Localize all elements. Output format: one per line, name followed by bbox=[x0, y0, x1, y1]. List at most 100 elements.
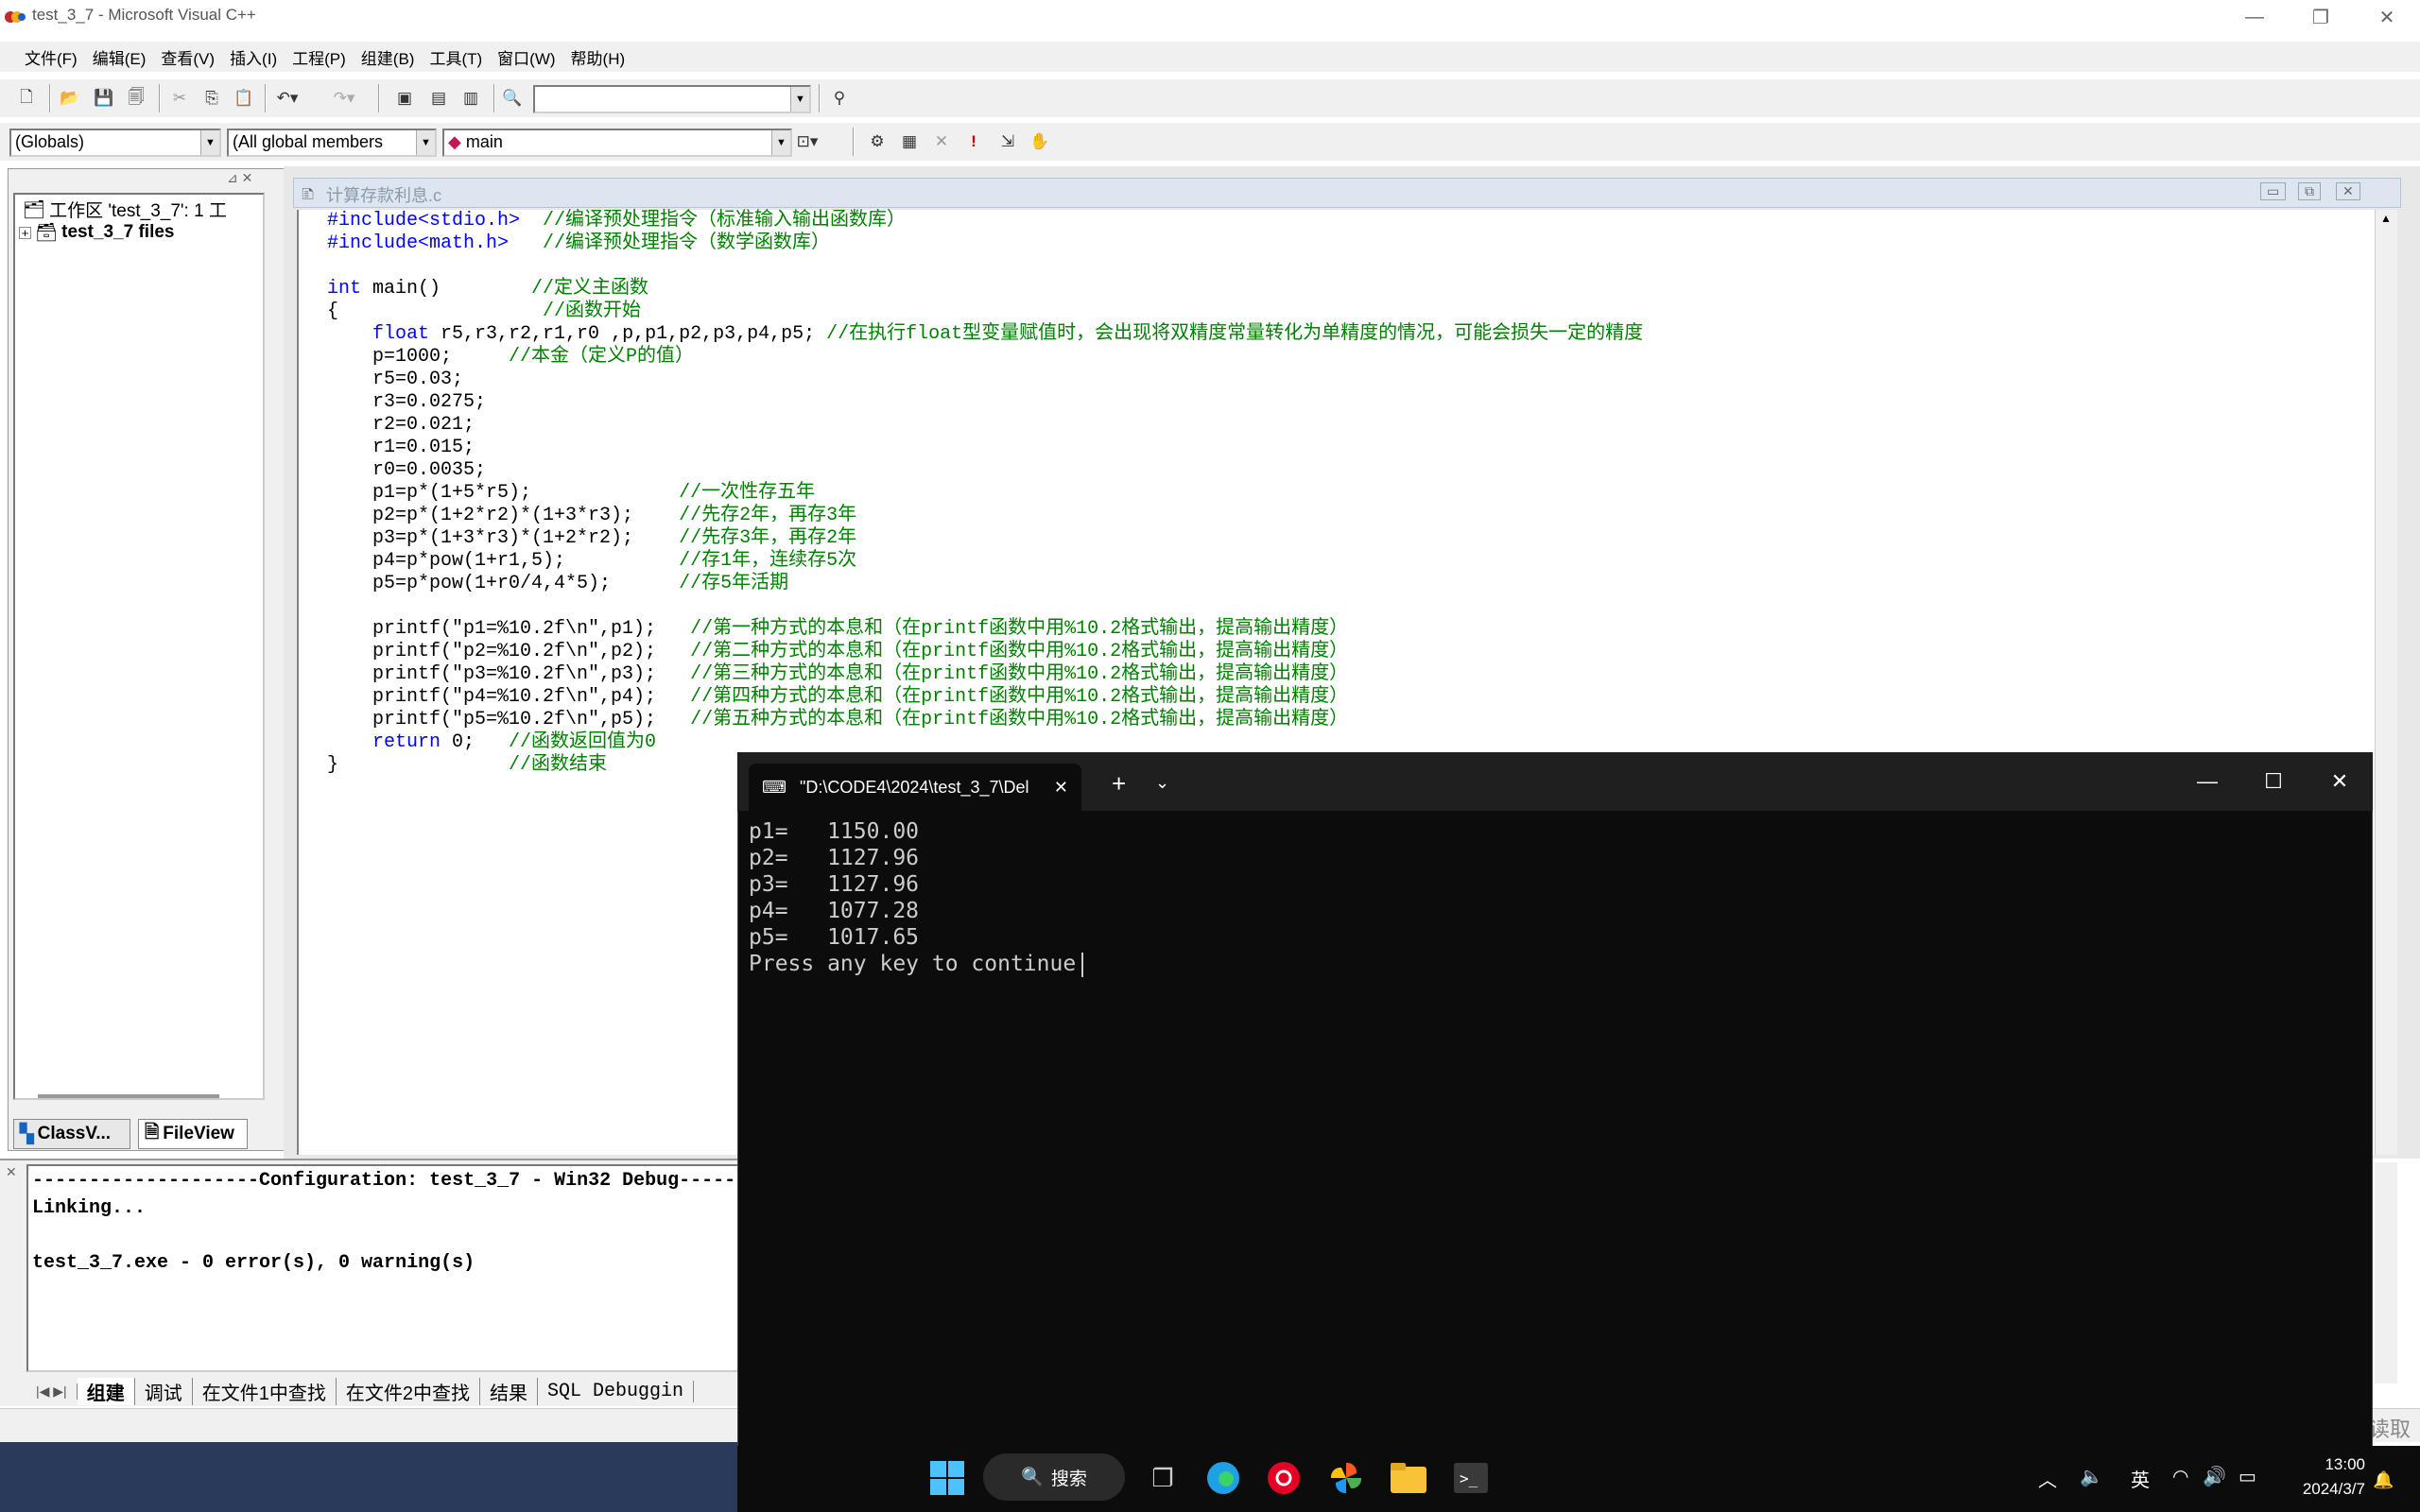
code-line[interactable]: p3=p*(1+3*r3)*(1+2*r2); //先存3年，再存2年 bbox=[327, 527, 856, 550]
doc-close-icon[interactable]: ✕ bbox=[2336, 182, 2360, 200]
code-line[interactable]: printf("p1=%10.2f\n",p1); //第一种方式的本息和（在p… bbox=[327, 618, 1348, 641]
code-line[interactable]: r5=0.03; bbox=[327, 369, 463, 391]
clock-date[interactable]: 2024/3/7 bbox=[2288, 1480, 2365, 1499]
new-tab-button[interactable]: + bbox=[1112, 769, 1126, 799]
tree-root[interactable]: 🗂 工作区 'test_3_7': 1 工 bbox=[23, 197, 227, 222]
code-line[interactable]: } //函数结束 bbox=[327, 754, 607, 777]
open-button[interactable]: 📂 bbox=[57, 85, 83, 112]
task-view-button[interactable]: ❐ bbox=[1142, 1457, 1184, 1499]
save-all-button[interactable]: 🗐 bbox=[123, 85, 149, 112]
code-line[interactable]: #include<math.h> //编译预处理指令（数学函数库） bbox=[327, 232, 830, 255]
code-line[interactable]: r3=0.0275; bbox=[327, 391, 486, 414]
code-line[interactable]: return 0; //函数返回值为0 bbox=[327, 731, 656, 754]
start-button[interactable] bbox=[926, 1457, 968, 1499]
wifi-icon[interactable]: ◠ bbox=[2172, 1465, 2188, 1488]
compile-button[interactable]: ⚙ bbox=[864, 129, 890, 155]
tray-overflow-icon[interactable]: ︿ bbox=[2038, 1465, 2057, 1492]
breakpoint-button[interactable]: ✋ bbox=[1027, 129, 1053, 155]
pane-close-icon[interactable]: ⊿ ✕ bbox=[227, 170, 252, 186]
copy-button[interactable]: ⎘ bbox=[199, 85, 225, 112]
close-button[interactable]: ✕ bbox=[2354, 0, 2420, 34]
tab-classview[interactable]: ▚ ClassV... bbox=[13, 1119, 130, 1149]
tab-fileview[interactable]: 🗎 FileView bbox=[138, 1119, 248, 1149]
output-tab[interactable]: SQL Debuggin bbox=[538, 1380, 694, 1402]
file-explorer-button[interactable] bbox=[1388, 1457, 1429, 1499]
terminal-maximize-button[interactable]: ☐ bbox=[2240, 752, 2307, 811]
speaker-icon[interactable]: 🔈 bbox=[2080, 1465, 2103, 1488]
clock-time[interactable]: 13:00 bbox=[2316, 1455, 2365, 1474]
terminal-tab[interactable]: ⌨ "D:\CODE4\2024\test_3_7\Del ✕ bbox=[749, 764, 1081, 811]
code-line[interactable]: int main() //定义主函数 bbox=[327, 278, 648, 301]
output-tab[interactable]: 组建 bbox=[77, 1377, 135, 1405]
output-vscrollbar[interactable] bbox=[2375, 1162, 2397, 1383]
find-combo[interactable]: ▼ bbox=[533, 85, 811, 113]
code-line[interactable]: printf("p2=%10.2f\n",p2); //第二种方式的本息和（在p… bbox=[327, 641, 1348, 663]
go-button[interactable]: ⇲ bbox=[994, 129, 1021, 155]
function-combo[interactable]: ◆ main ▼ bbox=[442, 129, 792, 157]
save-button[interactable]: 💾 bbox=[91, 85, 117, 112]
menu-build[interactable]: 组建(B) bbox=[354, 43, 423, 71]
maximize-button[interactable]: ❐ bbox=[2288, 0, 2354, 34]
taskbar-search[interactable]: 🔍 搜索 bbox=[983, 1453, 1125, 1501]
tree-project[interactable]: + 🗃 test_3_7 files bbox=[19, 221, 174, 244]
expand-icon[interactable]: + bbox=[19, 226, 31, 240]
menu-edit[interactable]: 编辑(E) bbox=[85, 43, 154, 71]
terminal-close-button[interactable]: ✕ bbox=[2307, 752, 2373, 811]
output-close-icon[interactable]: ✕ bbox=[6, 1164, 17, 1180]
code-line[interactable]: p5=p*pow(1+r0/4,4*5); //存5年活期 bbox=[327, 573, 788, 595]
menu-window[interactable]: 窗口(W) bbox=[490, 43, 562, 71]
battery-icon[interactable]: ▭ bbox=[2238, 1465, 2256, 1488]
edge-button[interactable] bbox=[1202, 1457, 1244, 1499]
code-line[interactable]: printf("p3=%10.2f\n",p3); //第三种方式的本息和（在p… bbox=[327, 663, 1348, 686]
close-icon[interactable]: ✕ bbox=[1054, 778, 1068, 798]
code-line[interactable]: p1=p*(1+5*r5); //一次性存五年 bbox=[327, 482, 815, 505]
stop-build-button[interactable]: ✕ bbox=[928, 129, 955, 155]
find-in-files-button[interactable]: 🔍 bbox=[499, 85, 526, 112]
output-tab[interactable]: 在文件1中查找 bbox=[193, 1377, 337, 1405]
output-tab[interactable]: 在文件2中查找 bbox=[337, 1377, 480, 1405]
output-tab[interactable]: 结果 bbox=[480, 1377, 538, 1405]
new-file-button[interactable]: 🗋 bbox=[13, 85, 40, 112]
undo-button[interactable]: ↶▾ bbox=[274, 85, 301, 112]
pinwheel-app-button[interactable] bbox=[1325, 1457, 1367, 1499]
doc-restore-icon[interactable]: ⧉ bbox=[2298, 182, 2321, 200]
scope-combo[interactable]: (Globals) ▼ bbox=[9, 129, 221, 157]
cut-button[interactable]: ✂ bbox=[166, 85, 193, 112]
code-line[interactable]: p4=p*pow(1+r1,5); //存1年，连续存5次 bbox=[327, 550, 856, 573]
editor-vscrollbar[interactable]: ▲ bbox=[2375, 210, 2397, 1155]
menu-help[interactable]: 帮助(H) bbox=[563, 43, 633, 71]
wizard-action-button[interactable]: ⊡▾ bbox=[794, 129, 821, 155]
paste-button[interactable]: 📋 bbox=[231, 85, 257, 112]
netease-music-button[interactable] bbox=[1263, 1457, 1305, 1499]
workspace-hscrollbar[interactable] bbox=[38, 1094, 219, 1098]
code-line[interactable]: r1=0.015; bbox=[327, 437, 475, 459]
terminal-minimize-button[interactable]: — bbox=[2174, 752, 2240, 811]
ime-indicator[interactable]: 英 bbox=[2131, 1465, 2150, 1492]
window-list-button[interactable]: ▥ bbox=[458, 85, 484, 112]
code-line[interactable]: float r5,r3,r2,r1,r0 ,p,p1,p2,p3,p4,p5; … bbox=[327, 323, 1643, 346]
tab-dropdown-button[interactable]: ⌄ bbox=[1155, 773, 1169, 793]
minimize-button[interactable]: — bbox=[2221, 0, 2288, 34]
build-button[interactable]: ▦ bbox=[896, 129, 923, 155]
output-tab[interactable]: 调试 bbox=[135, 1377, 193, 1405]
code-line[interactable]: p=1000; //本金（定义P的值） bbox=[327, 346, 694, 369]
workspace-toggle-button[interactable]: ▣ bbox=[391, 85, 418, 112]
redo-button[interactable]: ↷▾ bbox=[331, 85, 357, 112]
menu-project[interactable]: 工程(P) bbox=[285, 43, 354, 71]
terminal-taskbar-button[interactable]: >_ bbox=[1450, 1457, 1492, 1499]
scroll-up-icon[interactable]: ▲ bbox=[2380, 212, 2392, 225]
execute-button[interactable]: ! bbox=[960, 129, 987, 155]
doc-minimize-icon[interactable]: ▭ bbox=[2260, 182, 2287, 200]
code-line[interactable]: printf("p4=%10.2f\n",p4); //第四种方式的本息和（在p… bbox=[327, 686, 1348, 709]
volume-icon[interactable]: 🔊 bbox=[2203, 1465, 2226, 1488]
output-toggle-button[interactable]: ▤ bbox=[425, 85, 452, 112]
notification-bell-icon[interactable]: 🔔 bbox=[2373, 1470, 2394, 1490]
code-line[interactable]: printf("p5=%10.2f\n",p5); //第五种方式的本息和（在p… bbox=[327, 709, 1348, 731]
members-combo[interactable]: (All global members ▼ bbox=[227, 129, 437, 157]
code-line[interactable]: { //函数开始 bbox=[327, 301, 641, 323]
menu-insert[interactable]: 插入(I) bbox=[222, 43, 285, 71]
code-line[interactable]: r0=0.0035; bbox=[327, 459, 486, 482]
menu-tools[interactable]: 工具(T) bbox=[422, 43, 490, 71]
menu-file[interactable]: 文件(F) bbox=[17, 43, 85, 71]
code-line[interactable]: r2=0.021; bbox=[327, 414, 475, 437]
